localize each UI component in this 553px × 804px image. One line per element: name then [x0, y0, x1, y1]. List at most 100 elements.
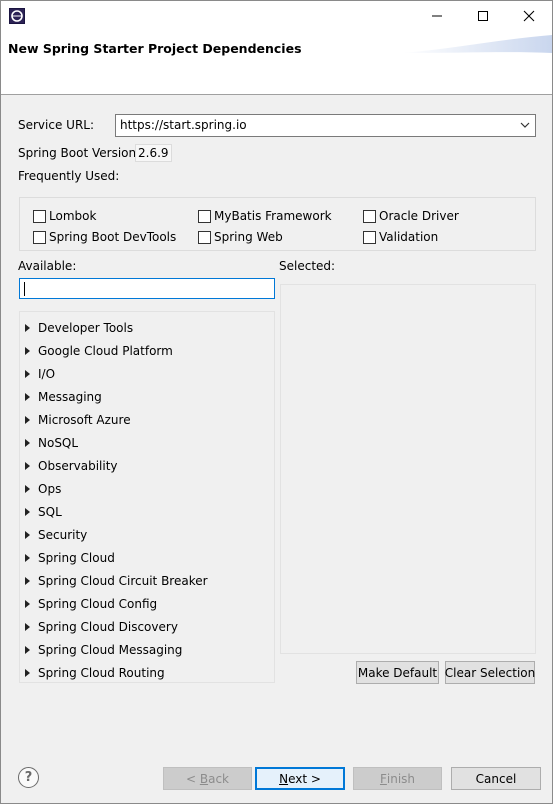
tree-item-messaging[interactable]: Messaging: [20, 385, 274, 408]
available-dependencies-tree[interactable]: Developer Tools Google Cloud Platform I/…: [19, 311, 275, 683]
tree-item-label: Spring Cloud Circuit Breaker: [38, 573, 208, 588]
boot-version-value[interactable]: 2.6.9: [135, 144, 172, 162]
service-url-value: https://start.spring.io: [120, 118, 247, 132]
maximize-button[interactable]: [460, 1, 506, 31]
service-url-combo[interactable]: https://start.spring.io: [115, 114, 536, 137]
boot-version-label: Spring Boot Version:: [18, 146, 141, 160]
checkbox-box[interactable]: [363, 209, 376, 223]
chevron-right-icon[interactable]: [25, 415, 30, 424]
service-url-label: Service URL:: [18, 118, 95, 132]
tree-item-sql[interactable]: SQL: [20, 500, 274, 523]
checkbox-label: MyBatis Framework: [214, 209, 332, 223]
minimize-button[interactable]: [414, 1, 460, 31]
chevron-down-icon[interactable]: [519, 118, 531, 132]
chevron-right-icon[interactable]: [25, 461, 30, 470]
tree-item-spring-cloud[interactable]: Spring Cloud: [20, 546, 274, 569]
tree-item-spring-cloud-circuit-breaker[interactable]: Spring Cloud Circuit Breaker: [20, 569, 274, 592]
chevron-right-icon[interactable]: [25, 346, 30, 355]
chevron-right-icon[interactable]: [25, 507, 30, 516]
chevron-right-icon[interactable]: [25, 369, 30, 378]
chevron-right-icon[interactable]: [25, 553, 30, 562]
chevron-right-icon[interactable]: [25, 438, 30, 447]
close-icon: [523, 10, 535, 22]
tree-item-label: Spring Cloud Routing: [38, 665, 165, 680]
tree-item-label: Ops: [38, 481, 62, 496]
text-cursor: [24, 282, 25, 296]
tree-item-security[interactable]: Security: [20, 523, 274, 546]
tree-item-label: SQL: [38, 504, 62, 519]
back-prefix: <: [185, 771, 200, 786]
next-button[interactable]: Next >: [255, 767, 345, 790]
cancel-button[interactable]: Cancel: [451, 767, 541, 790]
tree-item-label: Spring Cloud: [38, 550, 115, 565]
next-rest: ext >: [288, 771, 321, 786]
page-title: New Spring Starter Project Dependencies: [8, 41, 302, 56]
selected-label: Selected:: [279, 259, 336, 273]
chevron-right-icon[interactable]: [25, 484, 30, 493]
chevron-right-icon[interactable]: [25, 323, 30, 332]
checkbox-validation[interactable]: Validation: [363, 230, 438, 244]
tree-item-label: I/O: [38, 366, 56, 381]
checkbox-box[interactable]: [198, 230, 211, 244]
checkbox-spring-boot-devtools[interactable]: Spring Boot DevTools: [33, 230, 176, 244]
chevron-right-icon[interactable]: [25, 392, 30, 401]
close-button[interactable]: [506, 1, 552, 31]
chevron-right-icon[interactable]: [25, 530, 30, 539]
maximize-icon: [478, 11, 488, 21]
tree-item-label: NoSQL: [38, 435, 79, 450]
eclipse-icon: [9, 8, 25, 24]
tree-item-observability[interactable]: Observability: [20, 454, 274, 477]
tree-item-nosql[interactable]: NoSQL: [20, 431, 274, 454]
tree-item-spring-cloud-config[interactable]: Spring Cloud Config: [20, 592, 274, 615]
back-mnemonic: B: [199, 771, 209, 786]
title-bar: [1, 1, 552, 31]
selected-dependencies-list[interactable]: [280, 284, 536, 654]
checkbox-label: Lombok: [49, 209, 97, 223]
checkbox-box[interactable]: [33, 209, 46, 223]
chevron-right-icon[interactable]: [25, 622, 30, 631]
checkbox-oracle-driver[interactable]: Oracle Driver: [363, 209, 459, 223]
back-rest: ack: [208, 771, 229, 786]
tree-item-io[interactable]: I/O: [20, 362, 274, 385]
tree-item-label: Messaging: [38, 389, 102, 404]
checkbox-label: Validation: [379, 230, 439, 244]
checkbox-lombok[interactable]: Lombok: [33, 209, 96, 223]
tree-item-spring-cloud-messaging[interactable]: Spring Cloud Messaging: [20, 638, 274, 661]
tree-item-label: Spring Cloud Config: [38, 596, 158, 611]
tree-item-label: Security: [38, 527, 88, 542]
tree-item-developer-tools[interactable]: Developer Tools: [20, 316, 274, 339]
chevron-right-icon[interactable]: [25, 668, 30, 677]
tree-item-label: Developer Tools: [38, 320, 134, 335]
chevron-right-icon[interactable]: [25, 645, 30, 654]
make-default-button[interactable]: Make Default: [356, 661, 439, 684]
tree-item-ops[interactable]: Ops: [20, 477, 274, 500]
finish-rest: inish: [386, 771, 416, 786]
checkbox-spring-web[interactable]: Spring Web: [198, 230, 283, 244]
checkbox-label: Spring Boot DevTools: [49, 230, 177, 244]
finish-mnemonic: F: [379, 771, 387, 786]
frequently-used-label: Frequently Used:: [18, 169, 120, 183]
next-mnemonic: N: [279, 771, 289, 786]
checkbox-box[interactable]: [198, 209, 211, 223]
checkbox-box[interactable]: [363, 230, 376, 244]
dependency-search-input[interactable]: [19, 278, 275, 299]
help-icon[interactable]: ?: [18, 767, 39, 788]
tree-item-label: Google Cloud Platform: [38, 343, 173, 358]
finish-button[interactable]: Finish: [353, 767, 442, 790]
tree-item-spring-cloud-routing[interactable]: Spring Cloud Routing: [20, 661, 274, 682]
chevron-right-icon[interactable]: [25, 576, 30, 585]
checkbox-box[interactable]: [33, 230, 46, 244]
back-button[interactable]: < Back: [163, 767, 252, 790]
chevron-right-icon[interactable]: [25, 599, 30, 608]
clear-selection-button[interactable]: Clear Selection: [445, 661, 535, 684]
tree-item-microsoft-azure[interactable]: Microsoft Azure: [20, 408, 274, 431]
tree-item-label: Spring Cloud Discovery: [38, 619, 178, 634]
tree-item-label: Microsoft Azure: [38, 412, 131, 427]
tree-item-google-cloud-platform[interactable]: Google Cloud Platform: [20, 339, 274, 362]
tree-item-label: Observability: [38, 458, 118, 473]
header-banner-graphic: [402, 35, 552, 53]
checkbox-mybatis-framework[interactable]: MyBatis Framework: [198, 209, 332, 223]
available-label: Available:: [18, 259, 77, 273]
tree-item-spring-cloud-discovery[interactable]: Spring Cloud Discovery: [20, 615, 274, 638]
checkbox-label: Spring Web: [214, 230, 283, 244]
